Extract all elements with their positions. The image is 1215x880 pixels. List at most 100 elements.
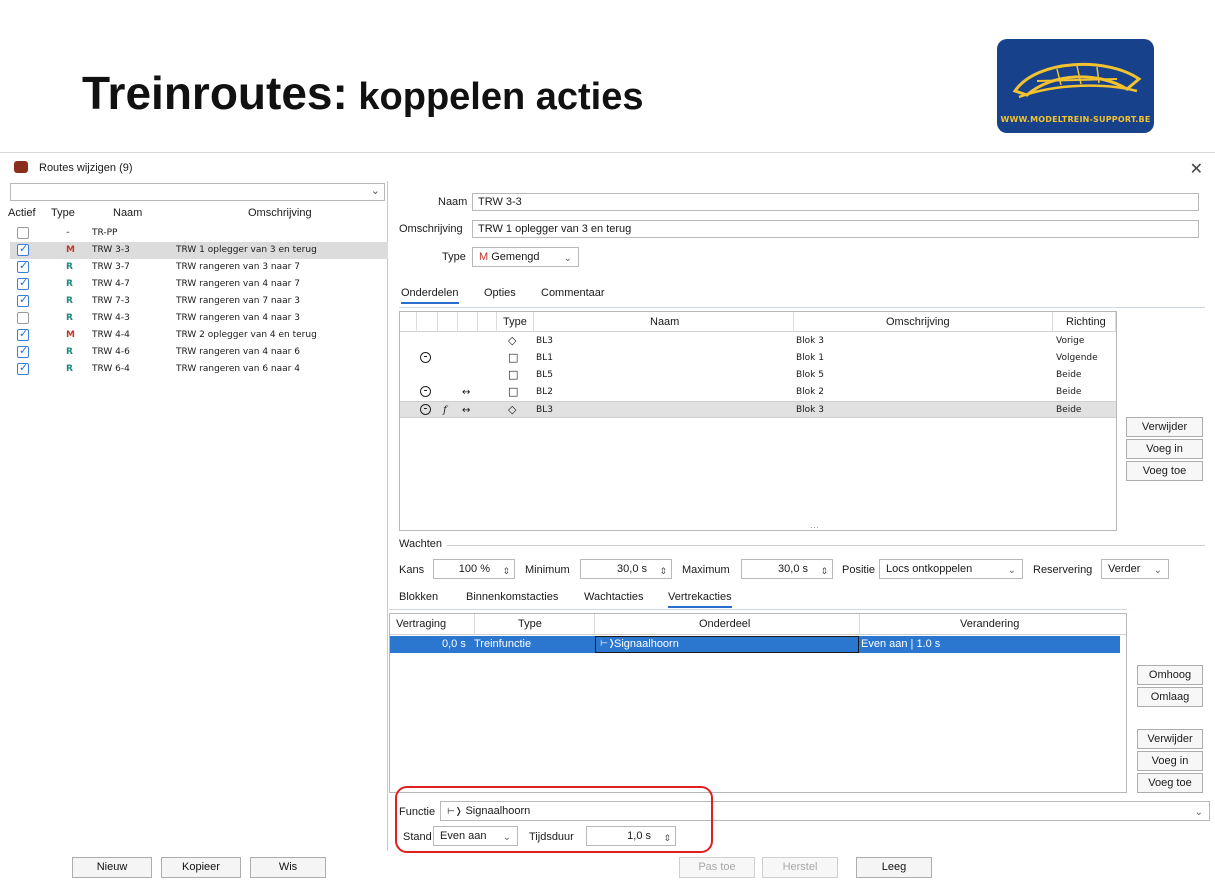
block-type-icon: □ (508, 351, 519, 364)
route-filter-combo[interactable]: ⌄ (10, 183, 385, 201)
route-naam: TRW 3-7 (92, 262, 130, 272)
parts-verwijder-button[interactable]: Verwijder (1126, 417, 1203, 437)
leeg-button[interactable]: Leeg (856, 857, 932, 878)
col-omschrijving[interactable]: Omschrijving (886, 316, 950, 328)
col-onderdeel[interactable]: Onderdeel (699, 618, 750, 630)
actief-checkbox[interactable] (17, 259, 29, 273)
route-row[interactable]: R TRW 6-4 TRW rangeren van 6 naar 4 (10, 361, 388, 378)
wis-button[interactable]: Wis (250, 857, 326, 878)
actief-checkbox[interactable] (17, 327, 29, 341)
chevron-down-icon: ⌄ (370, 185, 380, 197)
route-row[interactable]: R TRW 7-3 TRW rangeren van 7 naar 3 (10, 293, 388, 310)
maximum-spinner[interactable]: 30,0 s ⇕ (741, 559, 833, 579)
tab-blokken[interactable]: Blokken (399, 591, 438, 603)
naam-field[interactable]: TRW 3-3 (472, 193, 1199, 211)
onderdeel-row[interactable]: ↔ □ BL2 Blok 2 Beide (400, 384, 1116, 401)
action-onderdeel-cell[interactable]: ⊢❭ Signaalhoorn (595, 636, 859, 653)
omhoog-button[interactable]: Omhoog (1137, 665, 1203, 685)
parts-voeg-in-button[interactable]: Voeg in (1126, 439, 1203, 459)
tab-opties[interactable]: Opties (484, 287, 516, 299)
route-omschrijving: TRW rangeren van 4 naar 7 (176, 279, 300, 289)
actions-voeg-toe-button[interactable]: Voeg toe (1137, 773, 1203, 793)
routes-window: Routes wijzigen (9) ✕ ⌄ Actief Type Naam… (0, 152, 1215, 880)
vertrekactie-row[interactable]: 0,0 s Treinfunctie ⊢❭ Signaalhoorn Even … (390, 636, 1120, 653)
actief-checkbox[interactable] (17, 242, 29, 256)
positie-combo[interactable]: Locs ontkoppelen ⌄ (879, 559, 1023, 579)
col-vertraging[interactable]: Vertraging (396, 618, 446, 630)
col-naam[interactable]: Naam (650, 316, 679, 328)
tab-onderdelen[interactable]: Onderdelen (401, 287, 459, 304)
resize-grip-icon[interactable]: ··· (810, 522, 819, 532)
onderdeel-richting: Beide (1056, 405, 1082, 415)
reservering-value: Verder (1108, 563, 1141, 575)
route-row[interactable]: R TRW 3-7 TRW rangeren van 3 naar 7 (10, 259, 388, 276)
route-row[interactable]: - TR-PP (10, 225, 388, 242)
actions-verwijder-button[interactable]: Verwijder (1137, 729, 1203, 749)
onderdeel-row[interactable]: ◇ BL3 Blok 3 Vorige (400, 333, 1116, 350)
col-richting[interactable]: Richting (1066, 316, 1106, 328)
omschrijving-field[interactable]: TRW 1 oplegger van 3 en terug (472, 220, 1199, 238)
reservering-label: Reservering (1033, 564, 1093, 576)
kopieer-button[interactable]: Kopieer (161, 857, 241, 878)
onderdeel-omschrijving: Blok 5 (796, 370, 824, 380)
onderdeel-row[interactable]: □ BL5 Blok 5 Beide (400, 367, 1116, 384)
chevron-down-icon: ⌄ (563, 253, 572, 264)
route-type: R (66, 296, 73, 306)
tab-vertrekacties[interactable]: Vertrekacties (668, 591, 732, 608)
actief-checkbox[interactable] (17, 227, 29, 239)
route-row[interactable]: R TRW 4-3 TRW rangeren van 4 naar 3 (10, 310, 388, 327)
type-label: Type (442, 251, 466, 263)
maximum-label: Maximum (682, 564, 730, 576)
herstel-button[interactable]: Herstel (762, 857, 838, 878)
route-list-panel: ⌄ Actief Type Naam Omschrijving - TR-PP M T… (0, 181, 388, 878)
route-row[interactable]: R TRW 4-7 TRW rangeren van 4 naar 7 (10, 276, 388, 293)
header-actief[interactable]: Actief (8, 207, 36, 219)
slide-title-main: Treinroutes: (82, 67, 348, 119)
route-row[interactable]: M TRW 4-4 TRW 2 oplegger van 4 en terug (10, 327, 388, 344)
maximum-value: 30,0 s (778, 563, 808, 575)
pas-toe-button[interactable]: Pas toe (679, 857, 755, 878)
actief-checkbox[interactable] (17, 344, 29, 358)
nieuw-button[interactable]: Nieuw (72, 857, 152, 878)
tab-commentaar[interactable]: Commentaar (541, 287, 605, 299)
kans-spinner[interactable]: 100 % ⇕ (433, 559, 515, 579)
close-icon[interactable]: ✕ (1190, 159, 1203, 179)
clock-icon (420, 386, 431, 397)
header-type[interactable]: Type (51, 207, 75, 219)
actions-voeg-in-button[interactable]: Voeg in (1137, 751, 1203, 771)
route-row[interactable]: R TRW 4-6 TRW rangeren van 4 naar 6 (10, 344, 388, 361)
col-verandering[interactable]: Verandering (960, 618, 1019, 630)
actief-checkbox[interactable] (17, 361, 29, 375)
type-combo[interactable]: M Gemengd ⌄ (472, 247, 579, 267)
route-type: R (66, 279, 73, 289)
actief-checkbox[interactable] (17, 293, 29, 307)
onderdeel-naam: BL5 (536, 370, 553, 380)
omlaag-button[interactable]: Omlaag (1137, 687, 1203, 707)
route-naam: TRW 4-6 (92, 347, 130, 357)
actions-tab-divider (389, 609, 1127, 610)
header-naam[interactable]: Naam (113, 207, 142, 219)
slide-header: Treinroutes: koppelen acties WWW.MODELTR… (0, 0, 1215, 152)
onderdeel-richting: Vorige (1056, 336, 1085, 346)
function-icon: f (443, 405, 447, 416)
col-action-type[interactable]: Type (518, 618, 542, 630)
spinner-icon[interactable]: ⇕ (820, 562, 828, 580)
spinner-icon[interactable]: ⇕ (659, 562, 667, 580)
reservering-combo[interactable]: Verder ⌄ (1101, 559, 1169, 579)
direction-arrow-icon: ↔ (462, 405, 471, 416)
col-type[interactable]: Type (503, 316, 527, 328)
actief-checkbox[interactable] (17, 312, 29, 324)
route-row[interactable]: M TRW 3-3 TRW 1 oplegger van 3 en terug (10, 242, 388, 259)
onderdeel-row[interactable]: □ BL1 Blok 1 Volgende (400, 350, 1116, 367)
onderdeel-naam: BL3 (536, 336, 553, 346)
spinner-icon[interactable]: ⇕ (502, 562, 510, 580)
tab-wachtacties[interactable]: Wachtacties (584, 591, 644, 603)
parts-voeg-toe-button[interactable]: Voeg toe (1126, 461, 1203, 481)
header-omschrijving[interactable]: Omschrijving (248, 207, 312, 219)
tab-binnenkomstacties[interactable]: Binnenkomstacties (466, 591, 558, 603)
kans-value: 100 % (458, 563, 490, 575)
minimum-spinner[interactable]: 30,0 s ⇕ (580, 559, 672, 579)
onderdeel-row[interactable]: f ↔ ◇ BL3 Blok 3 Beide (400, 401, 1116, 418)
route-naam: TR-PP (92, 228, 118, 238)
actief-checkbox[interactable] (17, 276, 29, 290)
